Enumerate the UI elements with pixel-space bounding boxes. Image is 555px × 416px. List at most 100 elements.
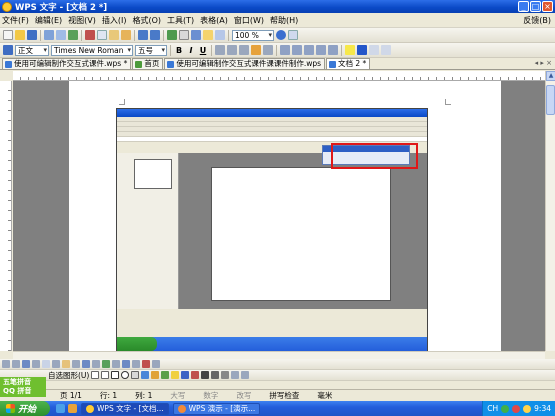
format-painter-icon[interactable] [121,30,131,40]
tab-scroll-arrows[interactable]: ◂ ▸ × [535,59,552,67]
font-select[interactable]: Times New Roman [51,44,133,56]
line-style-icon[interactable] [201,371,210,379]
numbering-icon[interactable] [292,45,302,55]
autoshapes-menu[interactable]: 自选图形(U) [48,370,89,381]
menu-tools[interactable]: 工具(T) [167,15,194,26]
menu-view[interactable]: 视图(V) [68,15,96,26]
paste-icon[interactable] [109,30,119,40]
network-icon[interactable] [501,404,510,413]
tab-document-1[interactable]: 使用可编辑制作交互式课件.wps * [2,58,132,69]
picture-icon[interactable] [161,371,170,379]
maximize-button[interactable]: □ [530,1,541,12]
menu-table[interactable]: 表格(A) [200,15,228,26]
bold-button[interactable]: B [174,46,184,55]
rectangle-icon[interactable] [111,371,120,379]
clipart-icon[interactable] [151,371,160,379]
increase-indent-icon[interactable] [328,45,338,55]
scroll-thumb[interactable] [546,85,555,115]
font-color-icon[interactable] [357,45,367,55]
grow-font-icon[interactable] [369,45,379,55]
bullets-icon[interactable] [304,45,314,55]
toolbar-icon[interactable] [102,360,110,368]
toolbar-icon[interactable] [92,360,100,368]
line-color-icon[interactable] [181,371,190,379]
vertical-ruler[interactable] [0,81,12,351]
menu-help[interactable]: 帮助(H) [270,15,298,26]
toolbar-icon[interactable] [122,360,130,368]
underline-button[interactable]: U [198,46,208,55]
dash-style-icon[interactable] [211,371,220,379]
redo-icon[interactable] [150,30,160,40]
shrink-font-icon[interactable] [381,45,391,55]
toolbar-icon[interactable] [32,360,40,368]
close-button[interactable]: × [542,1,553,12]
toolbar-icon[interactable] [82,360,90,368]
tab-document-2[interactable]: 使用可编辑制作交互式课件课课件制作.wps [164,58,326,69]
input-method-bar[interactable]: 五笔拼音 QQ 拼音 [0,377,46,397]
line-icon[interactable] [91,371,100,379]
show-marks-icon[interactable] [215,30,225,40]
toolbar-icon[interactable] [62,360,70,368]
justify-icon[interactable] [251,45,261,55]
taskbar-wps-presentation[interactable]: WPS 演示 - [演示... [172,402,261,415]
print-preview-icon[interactable] [56,30,66,40]
security-icon[interactable] [512,404,521,413]
print-icon[interactable] [44,30,54,40]
ellipse-icon[interactable] [121,371,130,379]
fill-color-icon[interactable] [171,371,180,379]
tab-document-3[interactable]: 文档 2 * [326,58,371,69]
new-icon[interactable] [3,30,13,40]
undo-icon[interactable] [138,30,148,40]
status-spellcheck[interactable]: 拼写检查 [269,390,299,401]
volume-icon[interactable] [523,404,532,413]
highlight-icon[interactable] [345,45,355,55]
line-spacing-icon[interactable] [280,45,290,55]
help-icon[interactable] [276,30,286,40]
cut-icon[interactable] [85,30,95,40]
hyperlink-icon[interactable] [167,30,177,40]
toolbar-icon[interactable] [12,360,20,368]
toolbar-icon[interactable] [72,360,80,368]
taskbar-wps-writer[interactable]: WPS 文字 - [文档... [81,402,169,415]
toolbar-icon[interactable] [2,360,10,368]
font-size-select[interactable]: 五号 [135,44,167,56]
toolbar-icon[interactable] [112,360,120,368]
menu-insert[interactable]: 插入(I) [102,15,127,26]
menu-format[interactable]: 格式(O) [132,15,161,26]
start-button[interactable]: 开始 [0,401,50,416]
toolbar-icon[interactable] [42,360,50,368]
ie-icon[interactable] [56,404,65,413]
horizontal-ruler[interactable] [13,71,545,81]
minimize-button[interactable]: _ [518,1,529,12]
save-icon[interactable] [27,30,37,40]
textbox-icon[interactable] [131,371,140,379]
align-left-icon[interactable] [215,45,225,55]
spellcheck-icon[interactable] [68,30,78,40]
draw-icon[interactable] [203,30,213,40]
toolbar-icon[interactable] [152,360,160,368]
toolbar-icon[interactable] [52,360,60,368]
columns-icon[interactable] [191,30,201,40]
scroll-up-arrow-icon[interactable]: ▲ [546,71,555,81]
horizontal-scrollbar[interactable] [13,351,545,359]
decrease-indent-icon[interactable] [316,45,326,55]
arrow-style-icon[interactable] [221,371,230,379]
language-indicator[interactable]: CH [487,404,498,413]
zoom-select[interactable]: 100 % [232,29,274,41]
menu-window[interactable]: 窗口(W) [234,15,264,26]
style-select[interactable]: 正文 [15,44,49,56]
table-icon[interactable] [179,30,189,40]
styles-icon[interactable] [3,45,13,55]
open-icon[interactable] [15,30,25,40]
arrow-icon[interactable] [101,371,110,379]
shadow-icon[interactable] [231,371,240,379]
italic-button[interactable]: I [186,46,196,55]
distribute-icon[interactable] [263,45,273,55]
3d-icon[interactable] [241,371,250,379]
align-right-icon[interactable] [239,45,249,55]
align-center-icon[interactable] [227,45,237,55]
toolbar-icon[interactable] [22,360,30,368]
folder-icon[interactable] [68,404,77,413]
window-icon[interactable] [288,30,298,40]
toolbar-icon[interactable] [132,360,140,368]
